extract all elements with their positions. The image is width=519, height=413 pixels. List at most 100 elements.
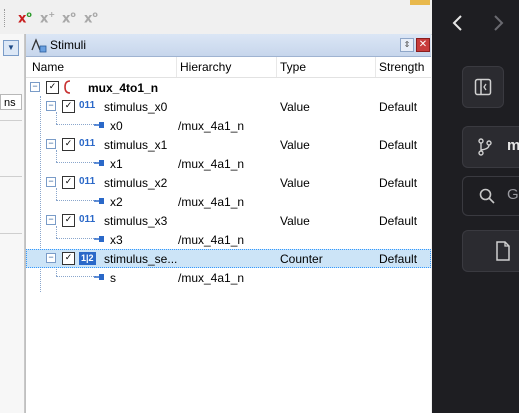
tree-row-root[interactable]: − ✓ mux_4to1_n: [26, 78, 431, 97]
row-hierarchy: /mux_4a1_n: [178, 157, 245, 171]
tree-row-signal[interactable]: s /mux_4a1_n: [26, 268, 431, 287]
enable-checkbox[interactable]: ✓: [62, 214, 75, 227]
tree-row-signal[interactable]: x2 /mux_4a1_n: [26, 192, 431, 211]
right-dark-panel: m G: [432, 0, 519, 413]
tree-row-stimulus[interactable]: − ✓ 011 stimulus_x0 Value Default: [26, 97, 431, 116]
signal-icon: [94, 274, 104, 280]
row-name: x2: [110, 195, 123, 209]
divider: [0, 233, 22, 234]
collapse-icon[interactable]: −: [46, 139, 56, 149]
row-name: x0: [110, 119, 123, 133]
branch-label: m: [507, 137, 519, 154]
tree-row-stimulus-selected[interactable]: − ✓ 1|2 stimulus_se... Counter Default: [26, 249, 431, 268]
collapse-icon[interactable]: −: [30, 82, 40, 92]
force-low-icon[interactable]: xo: [62, 10, 80, 28]
search-icon: [479, 188, 495, 204]
back-arrow-icon[interactable]: [450, 14, 466, 32]
file-icon: [496, 241, 510, 261]
stimuli-panel: Stimuli ⇕ ✕ Name Hierarchy Type Strength…: [25, 34, 431, 413]
tree-row-stimulus[interactable]: − ✓ 011 stimulus_x2 Value Default: [26, 173, 431, 192]
column-strength[interactable]: Strength: [379, 60, 424, 74]
tree-row-stimulus[interactable]: − ✓ 011 stimulus_x3 Value Default: [26, 211, 431, 230]
row-name: stimulus_x1: [104, 138, 168, 152]
row-name: stimulus_x0: [104, 100, 168, 114]
column-hierarchy[interactable]: Hierarchy: [180, 60, 231, 74]
search-placeholder: G: [507, 186, 519, 203]
sidebar-icon: [474, 78, 492, 96]
panel-title: Stimuli: [50, 38, 87, 52]
row-hierarchy: /mux_4a1_n: [178, 233, 245, 247]
binary-icon: 011: [79, 138, 96, 149]
column-separator[interactable]: [176, 57, 177, 77]
column-separator[interactable]: [276, 57, 277, 77]
row-strength: Default: [379, 214, 418, 228]
collapse-icon[interactable]: −: [46, 101, 56, 111]
signal-icon: [94, 122, 104, 128]
tree-row-signal[interactable]: x0 /mux_4a1_n: [26, 116, 431, 135]
column-separator[interactable]: [375, 57, 376, 77]
binary-icon: 011: [79, 100, 96, 111]
divider: [0, 176, 22, 177]
row-name: s: [110, 271, 116, 285]
toolbar-indicator: [410, 0, 430, 5]
tree-row-signal[interactable]: x1 /mux_4a1_n: [26, 154, 431, 173]
stimuli-icon: [31, 38, 47, 53]
left-side-strip: [0, 34, 25, 413]
signal-icon: [94, 236, 104, 242]
row-type: Counter: [280, 252, 323, 266]
row-type: Value: [280, 214, 310, 228]
clear-force-icon[interactable]: xo: [84, 10, 102, 28]
signal-icon: [94, 160, 104, 166]
collapse-icon[interactable]: −: [46, 177, 56, 187]
collapse-icon[interactable]: −: [46, 253, 56, 263]
enable-checkbox[interactable]: ✓: [62, 100, 75, 113]
row-type: Value: [280, 176, 310, 190]
row-strength: Default: [379, 176, 418, 190]
tree-row-stimulus[interactable]: − ✓ 011 stimulus_x1 Value Default: [26, 135, 431, 154]
ns-label: ns: [0, 94, 22, 110]
minimize-button[interactable]: ⇕: [400, 38, 414, 52]
row-name: mux_4to1_n: [88, 81, 159, 95]
module-icon: [64, 80, 71, 94]
row-hierarchy: /mux_4a1_n: [178, 271, 245, 285]
row-strength: Default: [379, 252, 418, 266]
forward-arrow-icon[interactable]: [490, 14, 506, 32]
row-name: stimulus_x2: [104, 176, 168, 190]
binary-icon: 011: [79, 214, 96, 225]
close-button[interactable]: ✕: [416, 38, 430, 52]
file-button[interactable]: [462, 230, 519, 272]
git-branch-icon: [478, 138, 492, 156]
signal-icon: [94, 198, 104, 204]
row-name: x3: [110, 233, 123, 247]
row-strength: Default: [379, 100, 418, 114]
counter-icon: 1|2: [79, 252, 96, 265]
force-high-icon[interactable]: x+: [40, 10, 58, 28]
collapse-icon[interactable]: −: [46, 215, 56, 225]
enable-checkbox[interactable]: ✓: [62, 138, 75, 151]
column-header: Name Hierarchy Type Strength: [26, 57, 431, 78]
panel-header: Stimuli ⇕ ✕: [26, 34, 431, 57]
divider: [0, 120, 22, 121]
chevron-down-icon[interactable]: ▼: [3, 40, 19, 56]
enable-checkbox[interactable]: ✓: [46, 81, 59, 94]
enable-checkbox[interactable]: ✓: [62, 252, 75, 265]
sidebar-toggle-button[interactable]: [462, 66, 504, 108]
row-name: stimulus_x3: [104, 214, 168, 228]
force-value-icon[interactable]: xo: [18, 10, 36, 28]
search-input[interactable]: G: [462, 176, 519, 216]
row-type: Value: [280, 100, 310, 114]
row-type: Value: [280, 138, 310, 152]
row-strength: Default: [379, 138, 418, 152]
row-name: stimulus_se...: [104, 252, 178, 266]
top-toolbar: xo x+ xo xo: [0, 0, 432, 35]
branch-button[interactable]: m: [462, 126, 519, 168]
enable-checkbox[interactable]: ✓: [62, 176, 75, 189]
toolbar-grip[interactable]: [4, 9, 8, 27]
row-hierarchy: /mux_4a1_n: [178, 119, 245, 133]
row-name: x1: [110, 157, 123, 171]
binary-icon: 011: [79, 176, 96, 187]
tree-row-signal[interactable]: x3 /mux_4a1_n: [26, 230, 431, 249]
column-name[interactable]: Name: [32, 60, 64, 74]
column-type[interactable]: Type: [280, 60, 306, 74]
row-hierarchy: /mux_4a1_n: [178, 195, 245, 209]
